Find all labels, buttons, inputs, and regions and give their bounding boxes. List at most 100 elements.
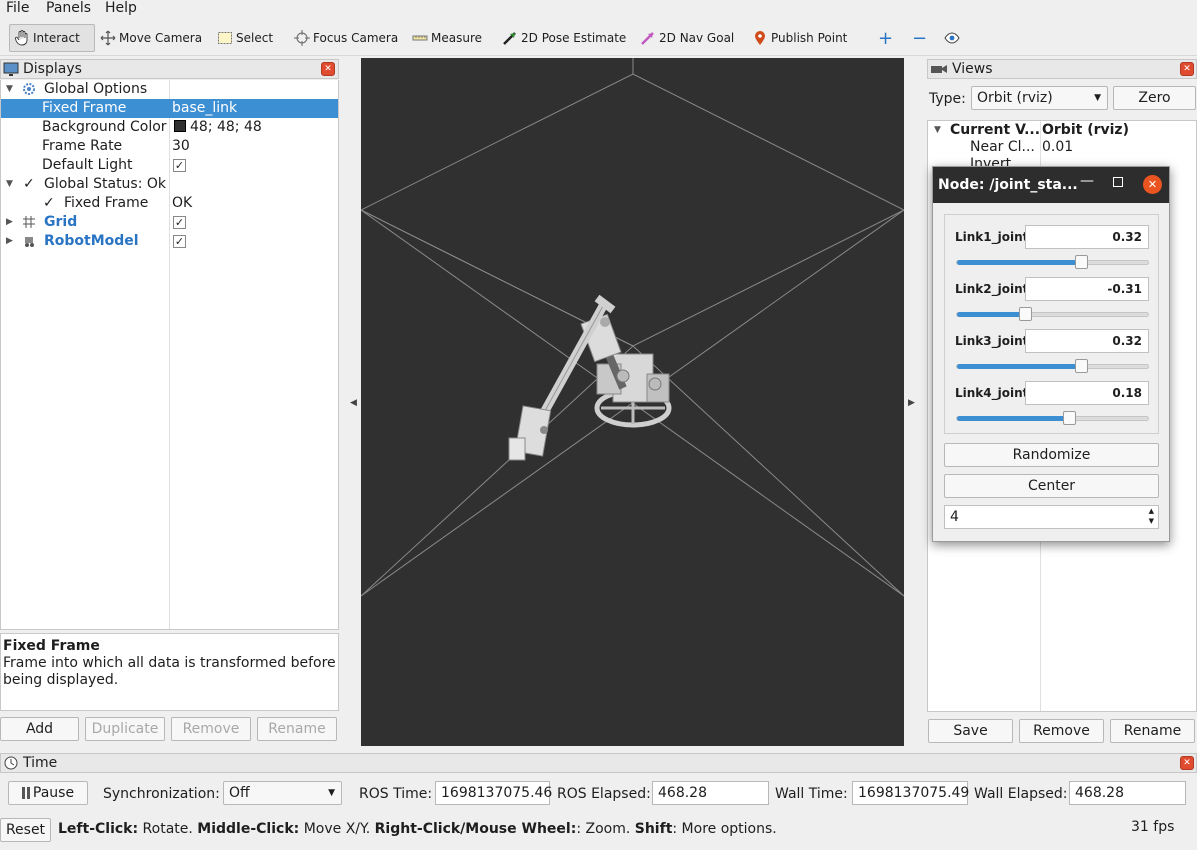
view-type-combo[interactable]: Orbit (rviz) ▼ — [971, 86, 1108, 110]
remove-view-button[interactable]: Remove — [1019, 719, 1104, 743]
pause-label: Pause — [32, 785, 75, 801]
fps-counter: 31 fps — [1131, 819, 1175, 835]
minimize-icon[interactable]: — — [1080, 173, 1094, 189]
publish-point-tool[interactable]: Publish Point — [748, 24, 851, 52]
joint-slider[interactable] — [956, 411, 1149, 425]
mouse-help-text: Left-Click: Rotate. Middle-Click: Move X… — [58, 821, 777, 837]
view-type-label: Type: — [929, 91, 966, 107]
zero-button[interactable]: Zero — [1113, 86, 1196, 110]
plus-icon: + — [878, 27, 894, 49]
wall-elapsed-field[interactable]: 468.28 — [1069, 781, 1186, 805]
wall-time-label: Wall Time: — [775, 786, 848, 802]
reset-button[interactable]: Reset — [0, 818, 51, 842]
joint-count-spinbox[interactable]: 4 ▲ ▼ — [944, 505, 1159, 529]
tree-key: Global Status: Ok — [44, 176, 167, 192]
center-button[interactable]: Center — [944, 474, 1159, 498]
tree-row-background-color[interactable]: Background Color 48; 48; 48 — [1, 118, 338, 137]
spin-arrows-icon[interactable]: ▲ ▼ — [1149, 506, 1154, 526]
joint-slider[interactable] — [956, 307, 1149, 321]
tree-key: Fixed Frame — [64, 195, 149, 211]
expand-arrow-icon[interactable]: ▼ — [6, 175, 13, 194]
add-tool-button[interactable]: + — [874, 24, 897, 52]
slider-handle[interactable] — [1019, 307, 1032, 321]
tree-row-default-light[interactable]: Default Light ✓ — [1, 156, 338, 175]
time-close-button[interactable]: ✕ — [1180, 756, 1194, 770]
grid-checkbox[interactable]: ✓ — [173, 216, 186, 229]
randomize-button[interactable]: Randomize — [944, 443, 1159, 467]
property-description: Fixed Frame Frame into which all data is… — [0, 633, 339, 711]
remove-display-button[interactable]: Remove — [171, 717, 251, 741]
interact-label: Interact — [33, 31, 80, 45]
remove-tool-button[interactable]: − — [908, 24, 931, 52]
ros-time-field[interactable]: 1698137075.46 — [435, 781, 552, 805]
wall-time-field[interactable]: 1698137075.49 — [852, 781, 969, 805]
tree-value[interactable]: 30 — [172, 137, 190, 156]
sync-combo[interactable]: Off ▼ — [223, 781, 342, 805]
color-swatch — [174, 120, 186, 132]
menu-panels[interactable]: Panels — [46, 0, 91, 16]
spinbox-value: 4 — [950, 509, 959, 525]
tree-key: Default Light — [42, 157, 133, 173]
joint-slider[interactable] — [956, 255, 1149, 269]
tree-row-global-status[interactable]: ▼ ✓ Global Status: Ok — [1, 175, 338, 194]
grid-icon — [23, 216, 35, 228]
tree-row-global-options[interactable]: ▼ Global Options — [1, 80, 338, 99]
wall-elapsed-label: Wall Elapsed: — [974, 786, 1068, 802]
tree-row-fixed-frame[interactable]: Fixed Frame base_link — [1, 99, 338, 118]
joint-slider[interactable] — [956, 359, 1149, 373]
default-light-checkbox[interactable]: ✓ — [173, 159, 186, 172]
joint-label: Link4_joint — [955, 386, 1029, 400]
render-viewport[interactable] — [360, 58, 905, 746]
nav-goal-tool[interactable]: 2D Nav Goal — [636, 24, 738, 52]
help-key: Left-Click: — [58, 821, 139, 837]
tree-row-grid[interactable]: ▶ Grid ✓ — [1, 213, 338, 232]
views-close-button[interactable]: ✕ — [1180, 62, 1194, 76]
dialog-close-icon[interactable]: ✕ — [1143, 175, 1162, 194]
joint-value-field[interactable]: 0.32 — [1025, 225, 1149, 249]
ros-elapsed-field[interactable]: 468.28 — [652, 781, 769, 805]
right-splitter-arrow-icon[interactable]: ▶ — [908, 398, 915, 408]
left-splitter-arrow-icon[interactable]: ◀ — [350, 398, 357, 408]
maximize-icon[interactable] — [1113, 177, 1123, 187]
joint-value-field[interactable]: -0.31 — [1025, 277, 1149, 301]
select-tool[interactable]: Select — [213, 24, 277, 52]
tree-row-status-fixed-frame[interactable]: ✓ Fixed Frame OK — [1, 194, 338, 213]
move-camera-tool[interactable]: Move Camera — [96, 24, 206, 52]
pose-estimate-tool[interactable]: 2D Pose Estimate — [498, 24, 630, 52]
duplicate-display-button[interactable]: Duplicate — [85, 717, 165, 741]
displays-close-button[interactable]: ✕ — [321, 62, 335, 76]
collapse-arrow-icon[interactable]: ▶ — [6, 232, 13, 251]
tree-key: Global Options — [44, 81, 148, 97]
save-view-button[interactable]: Save — [928, 719, 1013, 743]
measure-tool[interactable]: Measure — [408, 24, 486, 52]
menu-help[interactable]: Help — [105, 0, 137, 16]
rename-display-button[interactable]: Rename — [257, 717, 337, 741]
add-display-button[interactable]: Add — [0, 717, 79, 741]
dropdown-arrow-icon: ▼ — [328, 788, 335, 798]
joint-label: Link3_joint — [955, 334, 1029, 348]
tree-row-robot-model[interactable]: ▶ RobotModel ✓ — [1, 232, 338, 251]
rename-view-button[interactable]: Rename — [1110, 719, 1195, 743]
joint-value-field[interactable]: 0.32 — [1025, 329, 1149, 353]
move-camera-label: Move Camera — [119, 31, 203, 45]
interact-tool[interactable]: Interact — [9, 24, 95, 52]
displays-title: Displays — [23, 61, 82, 77]
joint-sliders-group: Link1_joint 0.32 Link2_joint -0.31 Link3_joi… — [944, 214, 1159, 434]
collapse-arrow-icon[interactable]: ▶ — [6, 213, 13, 232]
tree-row-frame-rate[interactable]: Frame Rate 30 — [1, 137, 338, 156]
slider-handle[interactable] — [1063, 411, 1076, 425]
tree-value[interactable]: base_link — [172, 99, 237, 118]
focus-camera-tool[interactable]: Focus Camera — [290, 24, 402, 52]
joint-value-field[interactable]: 0.18 — [1025, 381, 1149, 405]
robot-model-checkbox[interactable]: ✓ — [173, 235, 186, 248]
slider-handle[interactable] — [1075, 359, 1088, 373]
tree-value[interactable]: 48; 48; 48 — [174, 118, 262, 137]
displays-title-bar: Displays — [0, 59, 339, 79]
monitor-icon — [3, 62, 19, 76]
dialog-title-bar[interactable]: Node: /joint_sta... — [933, 167, 1169, 203]
pause-button[interactable]: Pause — [8, 781, 88, 805]
slider-handle[interactable] — [1075, 255, 1088, 269]
expand-arrow-icon[interactable]: ▼ — [6, 80, 13, 99]
menu-file[interactable]: File — [6, 0, 29, 16]
visibility-tool-button[interactable] — [940, 24, 964, 52]
